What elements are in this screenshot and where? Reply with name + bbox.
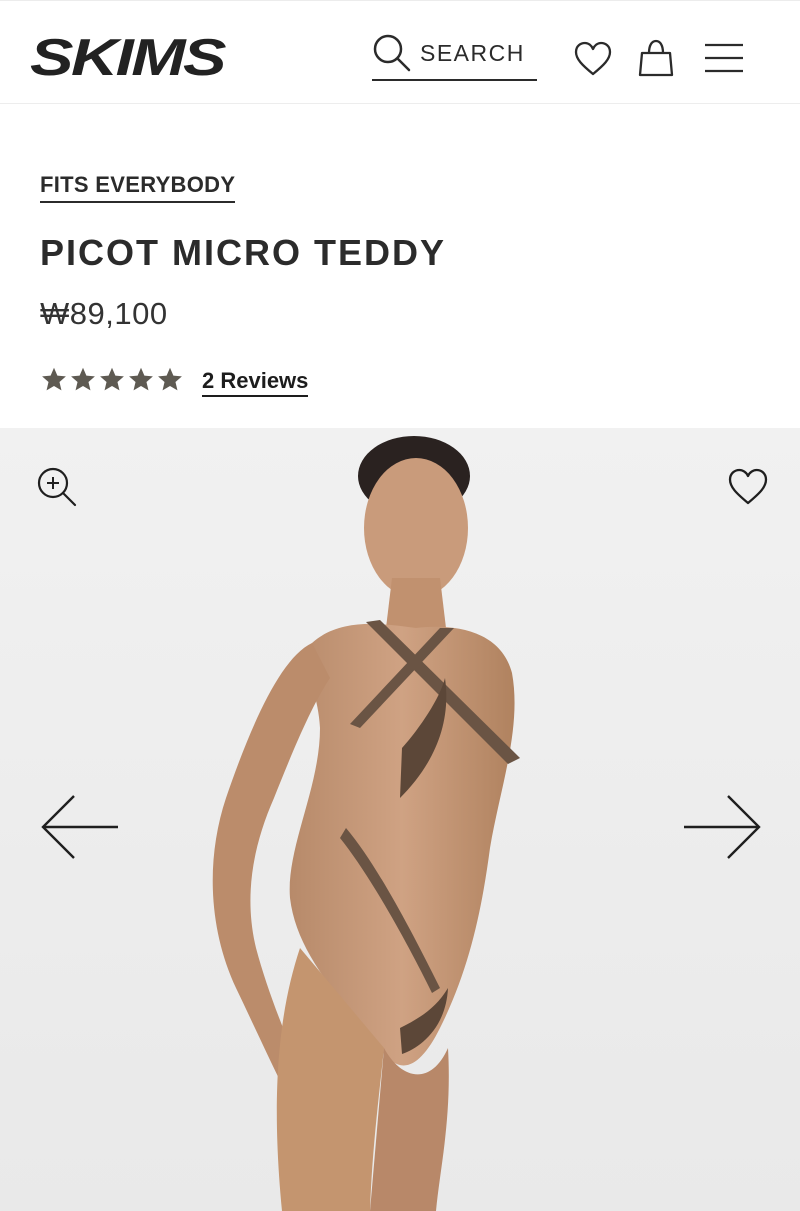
heart-icon[interactable] — [728, 468, 768, 506]
shopping-bag-icon[interactable] — [638, 39, 674, 77]
product-title: PICOT MICRO TEDDY — [40, 232, 447, 273]
arrow-right-icon[interactable] — [682, 794, 762, 860]
search-bar[interactable]: SEARCH — [372, 31, 537, 81]
zoom-in-icon[interactable] — [36, 466, 78, 508]
collection-link[interactable]: FITS EVERYBODY — [40, 172, 236, 203]
product-image-gallery[interactable] — [0, 428, 800, 1211]
reviews-link[interactable]: 2 Reviews — [202, 368, 309, 397]
star-icon — [71, 367, 95, 391]
search-label: SEARCH — [420, 40, 525, 66]
star-icon — [158, 367, 182, 391]
arrow-left-icon[interactable] — [40, 794, 120, 860]
svg-text:SKIMS: SKIMS — [30, 31, 226, 81]
star-icon — [129, 367, 153, 391]
search-icon — [373, 34, 411, 72]
product-price: ₩89,100 — [40, 296, 168, 331]
star-icon — [100, 367, 124, 391]
star-rating — [40, 366, 184, 394]
star-icon — [42, 367, 66, 391]
site-header: SKIMS SEARCH — [0, 0, 800, 104]
heart-icon[interactable] — [574, 41, 612, 77]
product-photo — [212, 436, 520, 1211]
menu-icon[interactable] — [704, 43, 744, 73]
skims-logo[interactable]: SKIMS — [30, 31, 226, 81]
